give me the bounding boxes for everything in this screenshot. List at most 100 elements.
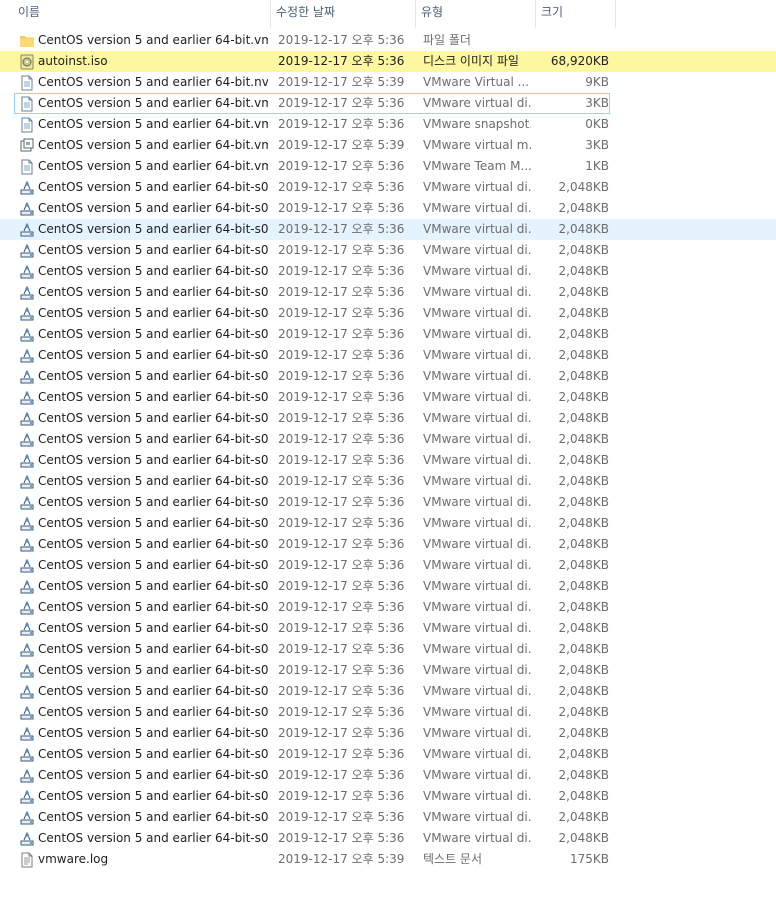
file-row[interactable]: CentOS version 5 and earlier 64-bit-s02.… [0, 660, 776, 681]
file-type: VMware virtual m... [423, 138, 531, 152]
file-row[interactable]: CentOS version 5 and earlier 64-bit-s00.… [0, 261, 776, 282]
file-type: VMware virtual di... [423, 411, 531, 425]
file-type: VMware virtual di... [423, 663, 531, 677]
file-row[interactable]: CentOS version 5 and earlier 64-bit.vmsd… [0, 114, 776, 135]
file-row[interactable]: CentOS version 5 and earlier 64-bit-s03.… [0, 807, 776, 828]
file-row[interactable]: CentOS version 5 and earlier 64-bit-s01.… [0, 387, 776, 408]
file-row[interactable]: CentOS version 5 and earlier 64-bit-s01.… [0, 471, 776, 492]
file-row[interactable]: CentOS version 5 and earlier 64-bit-s00.… [0, 219, 776, 240]
file-type: VMware virtual di... [423, 96, 531, 110]
file-row[interactable]: CentOS version 5 and earlier 64-bit-s02.… [0, 618, 776, 639]
file-row[interactable]: CentOS version 5 and earlier 64-bit.vmdk… [14, 93, 610, 114]
file-row[interactable]: CentOS version 5 and earlier 64-bit-s00.… [0, 345, 776, 366]
column-header-name[interactable]: 이름 ^ [13, 0, 271, 28]
file-name: CentOS version 5 and earlier 64-bit-s01.… [38, 474, 268, 488]
file-row[interactable]: autoinst.iso 2019-12-17 오후 5:36 디스크 이미지 파일… [0, 51, 776, 72]
file-modified-date: 2019-12-17 오후 5:36 [278, 222, 405, 236]
file-size: 2,048KB [558, 663, 609, 677]
file-row[interactable]: CentOS version 5 and earlier 64-bit.vmx 2… [0, 135, 776, 156]
file-row[interactable]: CentOS version 5 and earlier 64-bit.vmxf… [0, 156, 776, 177]
file-size: 2,048KB [558, 411, 609, 425]
file-size: 2,048KB [558, 600, 609, 614]
file-row[interactable]: CentOS version 5 and earlier 64-bit-s03.… [0, 828, 776, 849]
file-row[interactable]: CentOS version 5 and earlier 64-bit.nvra… [0, 72, 776, 93]
file-name: CentOS version 5 and earlier 64-bit-s02.… [38, 747, 268, 761]
file-modified-date: 2019-12-17 오후 5:36 [278, 54, 405, 68]
file-row[interactable]: CentOS version 5 and earlier 64-bit-s01.… [0, 366, 776, 387]
file-type: VMware virtual di... [423, 306, 531, 320]
file-size: 2,048KB [558, 789, 609, 803]
file-size: 3KB [585, 138, 609, 152]
file-row[interactable]: CentOS version 5 and earlier 64-bit-s02.… [0, 702, 776, 723]
file-row[interactable]: CentOS version 5 and earlier 64-bit-s02.… [0, 723, 776, 744]
file-row[interactable]: CentOS version 5 and earlier 64-bit-s02.… [0, 765, 776, 786]
file-modified-date: 2019-12-17 오후 5:36 [278, 243, 405, 257]
column-header-date[interactable]: 수정한 날짜 [271, 0, 416, 28]
column-header-size-label: 크기 [541, 5, 564, 19]
file-type: VMware virtual di... [423, 495, 531, 509]
file-type: VMware virtual di... [423, 810, 531, 824]
column-header-name-label: 이름 [18, 5, 41, 19]
file-type: VMware virtual di... [423, 516, 531, 530]
file-size: 2,048KB [558, 222, 609, 236]
text-file-icon [19, 852, 35, 868]
file-size: 2,048KB [558, 810, 609, 824]
column-header-date-label: 수정한 날짜 [276, 5, 336, 19]
file-row[interactable]: CentOS version 5 and earlier 64-bit-s00.… [0, 324, 776, 345]
virtual-disk-icon [19, 411, 35, 427]
file-row[interactable]: vmware.log 2019-12-17 오후 5:39 텍스트 문서 175KB [0, 849, 776, 870]
file-name: CentOS version 5 and earlier 64-bit-s01.… [38, 390, 268, 404]
file-row[interactable]: CentOS version 5 and earlier 64-bit-s01.… [0, 429, 776, 450]
file-size: 2,048KB [558, 201, 609, 215]
file-size: 2,048KB [558, 726, 609, 740]
virtual-disk-icon [19, 264, 35, 280]
file-size [537, 31, 609, 50]
file-row[interactable]: CentOS version 5 and earlier 64-bit-s02.… [0, 597, 776, 618]
virtual-disk-icon [19, 369, 35, 385]
file-row[interactable]: CentOS version 5 and earlier 64-bit-s02.… [0, 639, 776, 660]
file-size: 2,048KB [558, 369, 609, 383]
file-name: CentOS version 5 and earlier 64-bit.nvra… [38, 75, 268, 89]
file-name: CentOS version 5 and earlier 64-bit-s01.… [38, 453, 268, 467]
column-header-size[interactable]: 크기 [536, 0, 616, 28]
file-row[interactable]: CentOS version 5 and earlier 64-bit-s00.… [0, 303, 776, 324]
file-name: CentOS version 5 and earlier 64-bit-s00.… [38, 327, 268, 341]
file-name: CentOS version 5 and earlier 64-bit.vmx [38, 138, 268, 152]
file-row[interactable]: CentOS version 5 and earlier 64-bit-s02.… [0, 576, 776, 597]
file-row[interactable]: CentOS version 5 and earlier 64-bit-s02.… [0, 744, 776, 765]
file-type: VMware virtual di... [423, 831, 531, 845]
file-size: 2,048KB [558, 243, 609, 257]
virtual-disk-icon [19, 705, 35, 721]
column-header-type[interactable]: 유형 [416, 0, 536, 28]
file-row[interactable]: CentOS version 5 and earlier 64-bit-s01.… [0, 492, 776, 513]
file-name: CentOS version 5 and earlier 64-bit-s00.… [38, 306, 268, 320]
file-modified-date: 2019-12-17 오후 5:36 [278, 810, 405, 824]
sort-ascending-icon: ^ [149, 0, 157, 6]
file-modified-date: 2019-12-17 오후 5:36 [278, 96, 405, 110]
file-modified-date: 2019-12-17 오후 5:36 [278, 390, 405, 404]
file-row[interactable]: CentOS version 5 and earlier 64-bit-s01.… [0, 555, 776, 576]
virtual-disk-icon [19, 663, 35, 679]
file-name: CentOS version 5 and earlier 64-bit-s01.… [38, 558, 268, 572]
file-row[interactable]: CentOS version 5 and earlier 64-bit-s00.… [0, 177, 776, 198]
file-row[interactable]: CentOS version 5 and earlier 64-bit-s03.… [0, 786, 776, 807]
file-row[interactable]: CentOS version 5 and earlier 64-bit-s00.… [0, 282, 776, 303]
file-row[interactable]: CentOS version 5 and earlier 64-bit-s01.… [0, 513, 776, 534]
virtual-disk-icon [19, 432, 35, 448]
virtual-disk-icon [19, 642, 35, 658]
virtual-disk-icon [19, 747, 35, 763]
file-name: CentOS version 5 and earlier 64-bit-s03.… [38, 831, 268, 845]
file-size: 2,048KB [558, 558, 609, 572]
file-row[interactable]: CentOS version 5 and earlier 64-bit-s01.… [0, 534, 776, 555]
file-row[interactable]: CentOS version 5 and earlier 64-bit-s02.… [0, 681, 776, 702]
file-row[interactable]: CentOS version 5 and earlier 64-bit-s00.… [0, 240, 776, 261]
virtual-disk-icon [19, 789, 35, 805]
file-row[interactable]: CentOS version 5 and earlier 64-bit-s00.… [0, 198, 776, 219]
file-row[interactable]: CentOS version 5 and earlier 64-bit.vmx.… [0, 30, 776, 51]
file-row[interactable]: CentOS version 5 and earlier 64-bit-s01.… [0, 450, 776, 471]
file-row[interactable]: CentOS version 5 and earlier 64-bit-s01.… [0, 408, 776, 429]
file-modified-date: 2019-12-17 오후 5:36 [278, 747, 405, 761]
file-type: VMware virtual di... [423, 537, 531, 551]
file-modified-date: 2019-12-17 오후 5:36 [278, 768, 405, 782]
file-type: VMware virtual di... [423, 348, 531, 362]
